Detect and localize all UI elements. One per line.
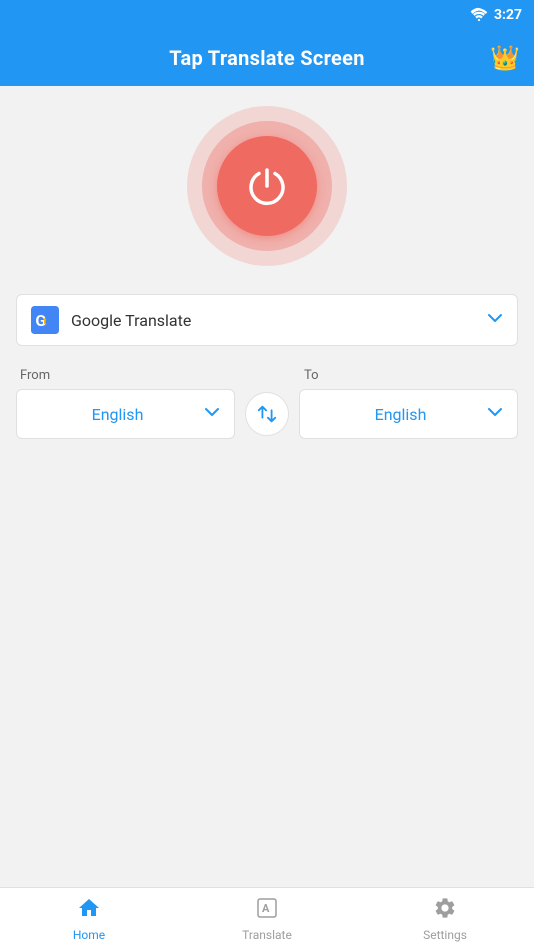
to-label: To	[304, 368, 514, 383]
from-language-dropdown[interactable]: English	[16, 389, 235, 439]
swap-languages-button[interactable]	[245, 392, 289, 436]
translator-dropdown-arrow	[487, 310, 503, 330]
from-language-arrow	[204, 404, 220, 424]
to-language-arrow	[487, 404, 503, 424]
language-labels: From To	[16, 368, 518, 383]
power-button-container	[187, 106, 347, 266]
to-language-dropdown[interactable]: English	[299, 389, 518, 439]
wifi-icon	[470, 6, 488, 25]
home-icon	[77, 896, 101, 926]
header-title: Tap Translate Screen	[169, 46, 364, 70]
svg-text:A: A	[262, 902, 270, 915]
translator-name: Google Translate	[71, 311, 487, 330]
google-translate-icon: G t	[31, 306, 59, 334]
from-label: From	[20, 368, 304, 383]
from-language-value: English	[31, 405, 204, 424]
nav-item-home[interactable]: Home	[0, 888, 178, 949]
language-section: From To English E	[16, 368, 518, 439]
translate-nav-label: Translate	[242, 928, 292, 942]
settings-icon	[433, 896, 457, 926]
status-time: 3:27	[494, 7, 522, 23]
crown-icon[interactable]: 👑	[490, 44, 520, 72]
bottom-nav: Home A Translate Settings	[0, 887, 534, 949]
translate-icon: A	[255, 896, 279, 926]
to-language-value: English	[314, 405, 487, 424]
nav-item-translate[interactable]: A Translate	[178, 888, 356, 949]
power-button[interactable]	[217, 136, 317, 236]
settings-nav-label: Settings	[423, 928, 467, 942]
nav-item-settings[interactable]: Settings	[356, 888, 534, 949]
main-content: G t Google Translate From To English	[0, 86, 534, 887]
app-header: Tap Translate Screen 👑	[0, 30, 534, 86]
home-nav-label: Home	[73, 928, 105, 942]
status-bar: 3:27	[0, 0, 534, 30]
translator-selector[interactable]: G t Google Translate	[16, 294, 518, 346]
language-controls: English English	[16, 389, 518, 439]
